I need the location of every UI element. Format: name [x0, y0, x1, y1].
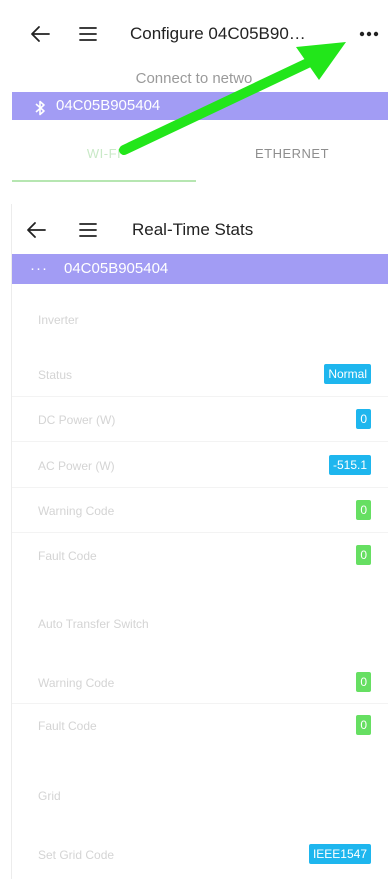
row-ats-warning-code-label: Warning Code [38, 676, 115, 690]
menu-icon[interactable] [74, 20, 102, 48]
row-ats-fault-code-label: Fault Code [38, 719, 97, 733]
ats-warning-code-badge: 0 [356, 672, 371, 692]
back-arrow-icon[interactable] [26, 20, 54, 48]
page-title: Configure 04C05B90… [130, 24, 306, 43]
device-id: 04C05B905404 [64, 260, 169, 277]
row-ac-power-label: AC Power (W) [38, 459, 115, 473]
device-bar: ··· 04C05B905404 [12, 254, 388, 284]
row-warning-code-label: Warning Code [38, 504, 115, 518]
tab-active-indicator [12, 180, 196, 182]
left-edge-divider [11, 204, 12, 879]
dc-power-badge: 0 [356, 409, 371, 429]
grid-code-badge: IEEE1547 [308, 844, 371, 864]
row-divider [12, 396, 388, 397]
connect-subtitle: Connect to netwo [0, 66, 388, 92]
device-id: 04C05B905404 [56, 97, 161, 114]
more-options-icon[interactable] [354, 20, 384, 48]
back-arrow-icon[interactable] [22, 216, 50, 244]
ats-fault-code-badge: 0 [356, 715, 371, 735]
row-grid-code-label: Set Grid Code [38, 848, 115, 862]
dots-icon: ··· [30, 260, 48, 277]
stats-header: Real-Time Stats [12, 206, 388, 254]
page-title: Real-Time Stats [132, 220, 254, 239]
warning-code-badge: 0 [356, 500, 371, 520]
fault-code-badge: 0 [356, 545, 371, 565]
row-divider [12, 703, 388, 704]
status-badge: Normal [324, 364, 371, 384]
screenshot-gap [0, 186, 388, 204]
configure-header: Configure 04C05B90… [0, 0, 388, 67]
menu-icon[interactable] [74, 216, 102, 244]
section-inverter-label: Inverter [38, 313, 79, 327]
row-status-label: Status [38, 368, 73, 382]
ac-power-badge: -515.1 [328, 455, 371, 475]
section-ats-label: Auto Transfer Switch [38, 617, 149, 631]
tab-ethernet[interactable]: ETHERNET [196, 124, 388, 184]
row-divider [12, 487, 388, 488]
row-fault-code-label: Fault Code [38, 549, 97, 563]
row-divider [12, 441, 388, 442]
row-dc-power-label: DC Power (W) [38, 413, 116, 427]
connection-tabs: WI-FI ETHERNET [12, 124, 388, 184]
tab-wifi[interactable]: WI-FI [12, 124, 196, 184]
bluetooth-icon [34, 98, 46, 126]
device-bar: 04C05B905404 [12, 92, 388, 120]
section-grid-label: Grid [38, 789, 61, 803]
row-divider [12, 532, 388, 533]
